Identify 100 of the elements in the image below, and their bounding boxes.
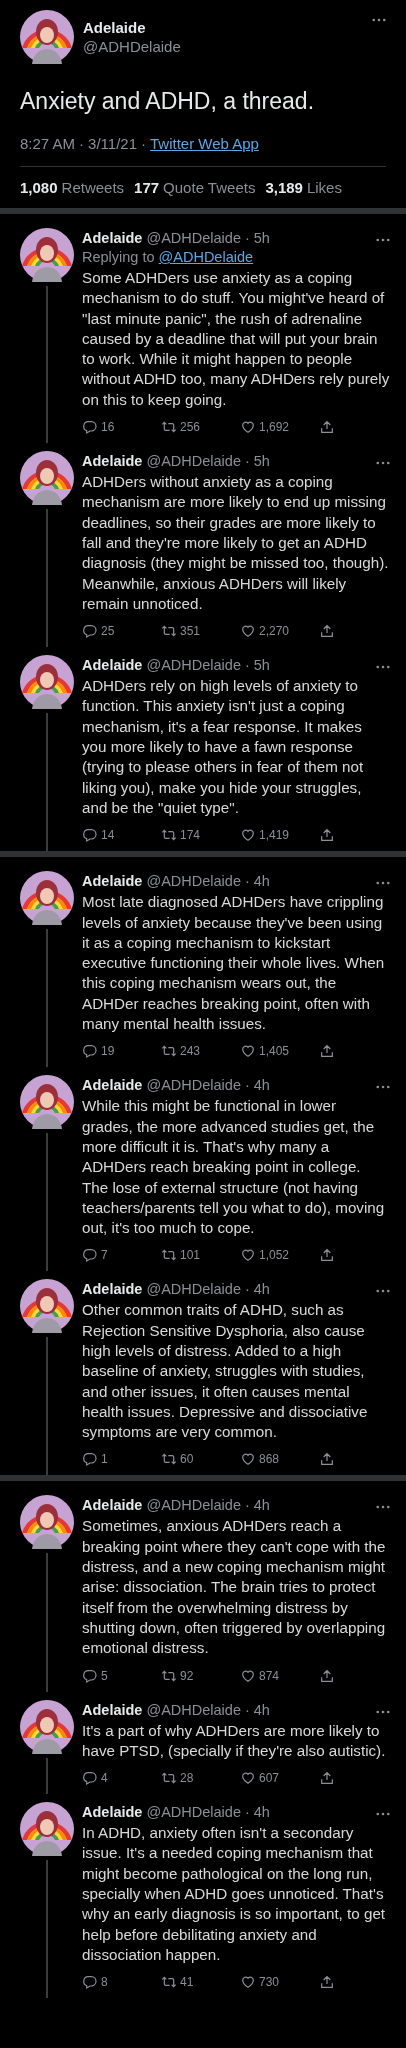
author-name[interactable]: Adelaide [82, 873, 143, 890]
author-handle[interactable]: @ADHDelaide [146, 230, 241, 246]
like-button[interactable]: 874 [240, 1667, 319, 1684]
avatar-icon [20, 1802, 74, 1857]
share-icon[interactable] [319, 1667, 335, 1684]
speech-bubble-icon [82, 623, 98, 640]
retweet-button[interactable]: 92 [161, 1667, 240, 1684]
share-icon[interactable] [319, 1770, 335, 1787]
share-icon[interactable] [319, 1043, 335, 1060]
author-handle[interactable]: @ADHDelaide [146, 1497, 241, 1514]
author-handle[interactable]: @ADHDelaide [146, 873, 241, 890]
more-icon[interactable] [376, 665, 390, 670]
heart-icon [240, 623, 256, 640]
author-name[interactable]: Adelaide [82, 453, 143, 470]
meta-separator: · [244, 1701, 250, 1718]
author-name[interactable]: Adelaide [82, 1281, 143, 1298]
more-icon[interactable] [372, 18, 386, 22]
more-icon[interactable] [376, 238, 390, 242]
reply-button[interactable]: 25 [82, 623, 161, 640]
more-icon[interactable] [376, 461, 390, 466]
retweet-button[interactable]: 351 [161, 623, 240, 640]
author-handle[interactable]: @ADHDelaide [146, 657, 241, 674]
more-icon[interactable] [376, 881, 390, 886]
reply-button[interactable]: 8 [82, 1974, 161, 1991]
retweet-button[interactable]: 256 [161, 419, 240, 436]
avatar-icon [20, 655, 74, 710]
retweet-button[interactable]: 243 [161, 1043, 240, 1060]
heart-icon [240, 1043, 256, 1060]
avatar-icon [20, 1279, 74, 1334]
like-button[interactable]: 868 [240, 1451, 319, 1468]
retweet-button[interactable]: 41 [161, 1974, 240, 1991]
author-name[interactable]: Adelaide [82, 657, 143, 674]
reply-button[interactable]: 4 [82, 1770, 161, 1787]
stat-count[interactable]: 1,080 [20, 179, 58, 196]
tweet-text: It's a part of why ADHDers are more likely to have PTSD, (specially if they're also autistic). [82, 1720, 387, 1761]
retweet-button[interactable]: 60 [161, 1451, 240, 1468]
stat-label[interactable]: Retweets [61, 179, 125, 196]
retweet-button[interactable]: 101 [161, 1247, 240, 1264]
avatar-icon [20, 1075, 74, 1130]
like-button[interactable]: 730 [240, 1974, 319, 1991]
share-icon[interactable] [319, 827, 335, 844]
like-button[interactable]: 1,405 [240, 1043, 319, 1060]
stat-count[interactable]: 3,189 [265, 179, 303, 196]
author-handle[interactable]: @ADHDelaide [146, 453, 241, 470]
tweet-text: Some ADHDers use anxiety as a coping mechanism to do stuff. You might've heard of "last minute panic", the rush of adrenaline caused by a deadline that will put your brain to work. While it might happen to people without ADHD too, many ADHDers rely purely on this to keep going. [82, 268, 390, 410]
tweet-time: 4h [253, 1497, 270, 1514]
reply-button[interactable]: 14 [82, 827, 161, 844]
stat-label[interactable]: Quote Tweets [163, 179, 256, 196]
speech-bubble-icon [82, 1247, 98, 1264]
author-handle[interactable]: @ADHDelaide [146, 1804, 241, 1821]
mention-link[interactable]: @ADHDelaide [158, 249, 254, 265]
share-icon[interactable] [319, 1451, 335, 1468]
author-handle[interactable]: @ADHDelaide [146, 1701, 241, 1718]
more-icon[interactable] [376, 1289, 390, 1294]
author-name[interactable]: Adelaide [82, 1804, 143, 1821]
like-button[interactable]: 1,419 [240, 827, 319, 844]
heart-icon [240, 827, 256, 844]
author-handle[interactable]: @ADHDelaide [83, 38, 363, 55]
reply-button[interactable]: 19 [82, 1043, 161, 1060]
reply-button[interactable]: 7 [82, 1247, 161, 1264]
source-link[interactable]: Twitter Web App [150, 135, 259, 152]
meta-separator: · [244, 1281, 250, 1298]
tweet-time: 4h [253, 1281, 270, 1298]
author-name[interactable]: Adelaide [82, 1701, 143, 1718]
author-handle[interactable]: @ADHDelaide [146, 1281, 241, 1298]
author-name[interactable]: Adelaide [82, 1497, 143, 1514]
reply-button[interactable]: 1 [82, 1451, 161, 1468]
author-name[interactable]: Adelaide [82, 230, 143, 246]
tweet-text: Other common traits of ADHD, such as Rejection Sensitive Dysphoria, also cause high levels of distress. Added to a high baseline of anxiety, struggles with studies, and other issues, it often causes mental health issues. Depressive and dissociative symptoms are very common. [82, 1300, 369, 1443]
tweet-time: 5h [253, 657, 270, 674]
share-icon[interactable] [319, 1247, 335, 1264]
share-icon[interactable] [319, 1974, 335, 1991]
avatar-icon [20, 1495, 74, 1550]
meta-separator: · [79, 135, 85, 152]
author-name[interactable]: Adelaide [82, 1077, 143, 1094]
speech-bubble-icon [82, 1974, 98, 1991]
more-icon[interactable] [376, 1709, 390, 1714]
like-button[interactable]: 2,270 [240, 623, 319, 640]
like-button[interactable]: 1,692 [240, 419, 319, 436]
retweet-button[interactable]: 28 [161, 1770, 240, 1787]
share-icon[interactable] [319, 419, 335, 436]
tweet-text: While this might be functional in lower grades, the more advanced studies get, the more difficult it is. That's why many a ADHDers reach breaking point in college. The lose of external structure (not having teachers/parents tell you what to do), moving out, it's too much to cope. [82, 1096, 386, 1239]
share-icon[interactable] [319, 623, 335, 640]
reply-button[interactable]: 16 [82, 419, 161, 436]
tweet-time: 5h [253, 230, 270, 246]
speech-bubble-icon [82, 1043, 98, 1060]
more-icon[interactable] [376, 1085, 390, 1090]
stat-label[interactable]: Likes [306, 179, 342, 196]
more-icon[interactable] [376, 1812, 390, 1817]
author-name[interactable]: Adelaide [83, 19, 363, 36]
tweet-time: 4h [253, 1804, 270, 1821]
more-icon[interactable] [376, 1505, 390, 1510]
tweet-time: 4h [253, 873, 270, 890]
retweet-button[interactable]: 174 [161, 827, 240, 844]
tweet-text: Sometimes, anxious ADHDers reach a breaking point where they can't cope with the distress, and a new coping mechanism might arise: dissociation. The brain tries to protect itself from the overwhelming distress by shutting down, often triggered by overlapping emotional distress. [82, 1516, 387, 1659]
author-handle[interactable]: @ADHDelaide [146, 1077, 241, 1094]
reply-button[interactable]: 5 [82, 1667, 161, 1684]
like-button[interactable]: 1,052 [240, 1247, 319, 1264]
stat-count[interactable]: 177 [134, 179, 160, 196]
like-button[interactable]: 607 [240, 1770, 319, 1787]
